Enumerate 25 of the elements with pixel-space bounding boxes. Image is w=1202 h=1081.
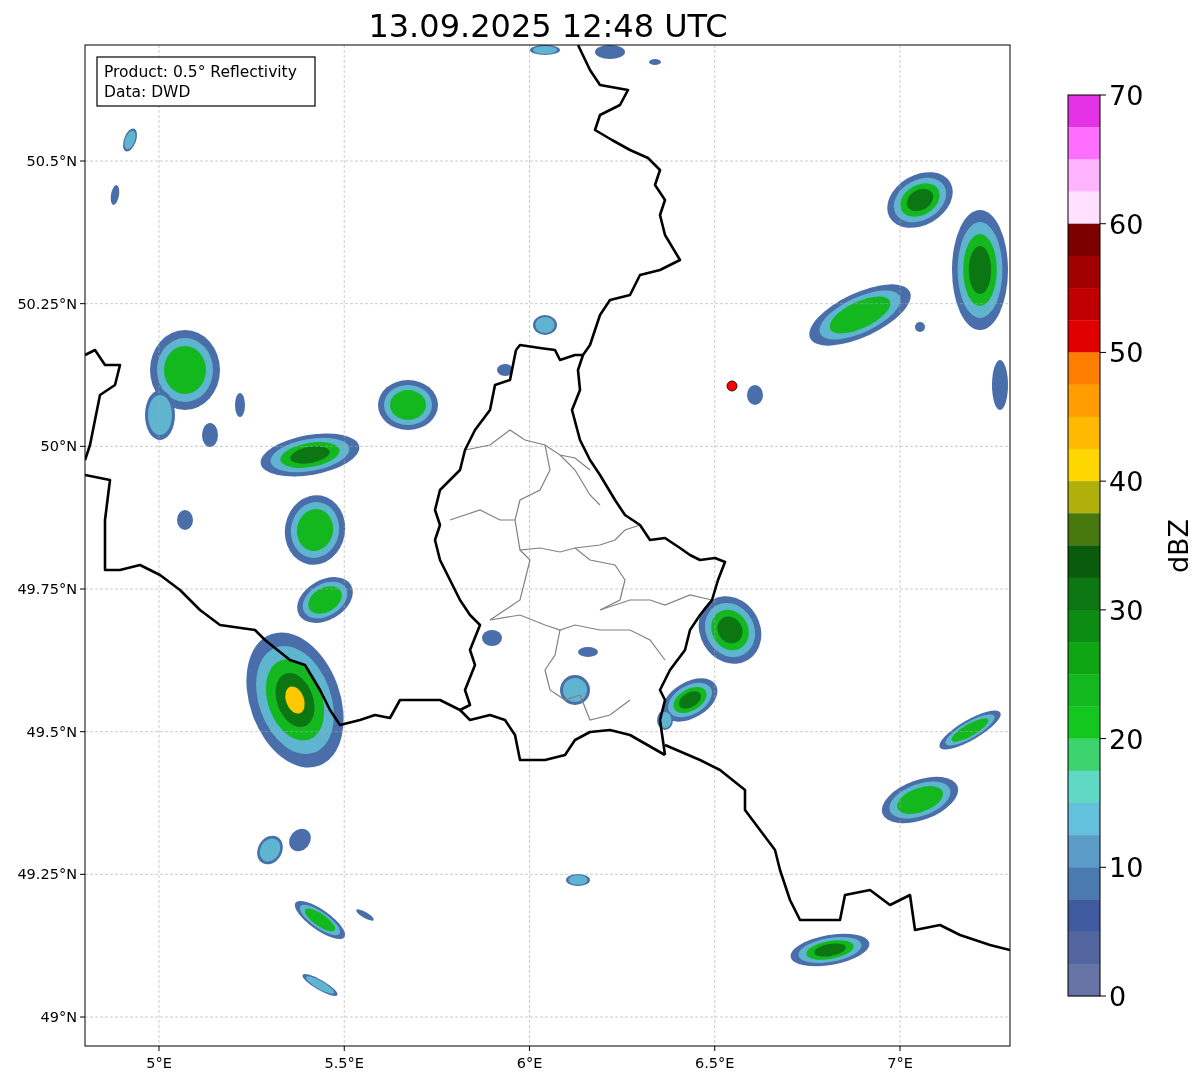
colorbar-tick-label: 20 <box>1109 723 1144 755</box>
longitude-label: 6°E <box>516 1055 543 1071</box>
latitude-label: 50°N <box>40 438 77 455</box>
longitude-label: 5.5°E <box>324 1055 364 1071</box>
colorbar-tick-label: 30 <box>1109 594 1144 626</box>
latitude-label: 49.5°N <box>26 723 77 740</box>
colorbar-tick-label: 50 <box>1109 337 1144 369</box>
info-text: Data: DWD <box>104 83 191 101</box>
info-text: Product: 0.5° Reflectivity <box>104 63 297 81</box>
colorbar-tick-label: 70 <box>1109 80 1144 111</box>
latitude-label: 49.25°N <box>17 866 77 883</box>
colorbar-tick-label: 0 <box>1109 981 1127 1012</box>
colorbar-tick-label: 10 <box>1109 852 1144 884</box>
latitude-label: 50.25°N <box>17 295 77 312</box>
longitude-label: 5°E <box>146 1055 172 1071</box>
latitude-label: 50.5°N <box>26 153 77 169</box>
colorbar-tick-label: 60 <box>1109 208 1144 240</box>
location-marker <box>726 380 738 392</box>
longitude-label: 6.5°E <box>695 1055 735 1071</box>
latitude-label: 49.75°N <box>17 581 77 597</box>
latitude-label: 49°N <box>40 1009 77 1025</box>
chart-title: 13.09.2025 12:48 UTC <box>368 7 728 45</box>
colorbar-label: dBZ <box>1163 518 1194 574</box>
colorbar-tick-label: 40 <box>1109 466 1144 498</box>
longitude-label: 7°E <box>887 1055 913 1071</box>
